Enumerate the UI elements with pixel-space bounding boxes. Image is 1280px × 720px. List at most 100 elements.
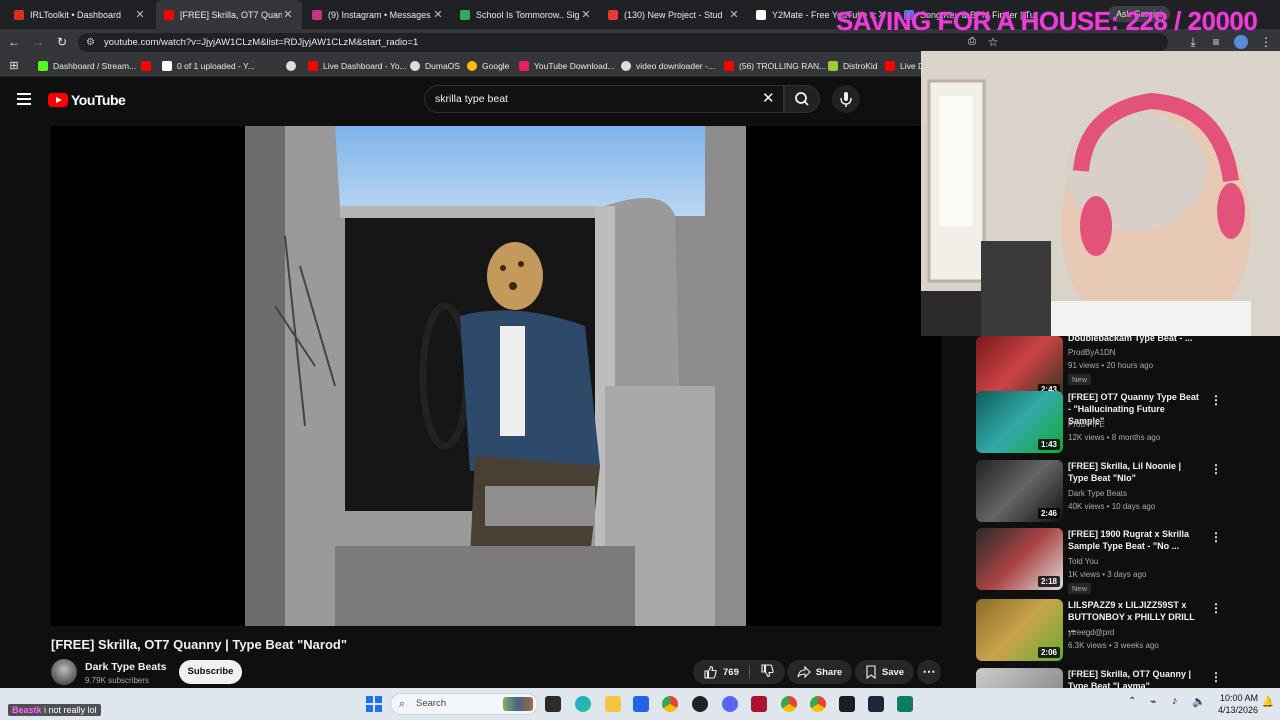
chat-text: i not really lol bbox=[44, 705, 97, 715]
instagram-icon bbox=[312, 9, 322, 20]
microphone-icon[interactable]: ♪ bbox=[1172, 695, 1178, 707]
tab-new-project[interactable]: (130) New Project - Stud ✕ bbox=[600, 0, 748, 29]
recommendation-item[interactable]: 2:46 [FREE] Skrilla, Lil Noonie | Type B… bbox=[948, 460, 1278, 522]
task-view-icon[interactable] bbox=[545, 696, 561, 712]
video-player[interactable] bbox=[51, 126, 941, 626]
notification-bell-icon[interactable]: 🔔 bbox=[1262, 697, 1274, 708]
tab-irltoolkit[interactable]: IRLToolkit • Dashboard ✕ bbox=[6, 0, 154, 29]
clear-search-icon[interactable]: ✕ bbox=[762, 91, 775, 106]
reload-icon[interactable]: ↻ bbox=[54, 34, 70, 50]
more-vertical-icon[interactable]: ⋮ bbox=[1210, 393, 1222, 407]
steam-icon[interactable] bbox=[868, 696, 884, 712]
kebab-menu-icon[interactable]: ⋮ bbox=[1258, 34, 1274, 50]
clock-date[interactable]: 4/13/2026 bbox=[1218, 705, 1258, 715]
more-vertical-icon[interactable]: ⋮ bbox=[1210, 530, 1222, 544]
video-thumbnail[interactable] bbox=[976, 668, 1063, 688]
bookmark-item[interactable]: 0 of 1 uploaded - Y... bbox=[162, 59, 255, 73]
chrome-icon[interactable] bbox=[662, 696, 678, 712]
apps-grid-icon[interactable]: ⊞ bbox=[6, 58, 22, 74]
more-actions-button[interactable]: ⋯ bbox=[917, 660, 941, 684]
discord-icon[interactable] bbox=[722, 696, 738, 712]
close-icon[interactable]: ✕ bbox=[432, 8, 444, 21]
chevron-up-icon[interactable]: ⌃ bbox=[1128, 696, 1136, 707]
bookmark-label: Google bbox=[482, 61, 510, 71]
dislike-button[interactable] bbox=[760, 663, 774, 681]
voice-search-button[interactable] bbox=[832, 85, 860, 113]
recommendation-channel[interactable]: Dark Type Beats bbox=[1068, 489, 1127, 498]
bookmark-item[interactable] bbox=[286, 59, 301, 73]
youtube-icon bbox=[141, 61, 151, 71]
share-button[interactable]: Share bbox=[787, 660, 852, 684]
capcut-icon[interactable] bbox=[839, 696, 855, 712]
video-thumbnail[interactable]: 2:06 bbox=[976, 599, 1063, 661]
tab-school[interactable]: School Is Tommorow.. Sigh ✕ bbox=[452, 0, 600, 29]
chrome-icon[interactable] bbox=[781, 696, 797, 712]
adobe-icon[interactable] bbox=[751, 696, 767, 712]
recommendation-channel[interactable]: ytreegd@prd bbox=[1068, 628, 1114, 637]
recommendation-item[interactable]: [FREE] Skrilla, OT7 Quanny | Type Beat "… bbox=[948, 668, 1278, 688]
search-button[interactable] bbox=[784, 85, 820, 113]
video-thumbnail[interactable]: 2:46 bbox=[976, 460, 1063, 522]
profile-avatar[interactable] bbox=[1234, 35, 1248, 49]
bookmark-item[interactable]: (56) TROLLING RAN... bbox=[724, 59, 826, 73]
close-icon[interactable]: ✕ bbox=[728, 8, 740, 21]
back-arrow-icon[interactable]: ← bbox=[6, 34, 22, 50]
chrome-icon[interactable] bbox=[810, 696, 826, 712]
store-icon[interactable] bbox=[633, 696, 649, 712]
forward-arrow-icon[interactable]: → bbox=[30, 34, 46, 50]
video-thumbnail[interactable]: 2:43 bbox=[976, 336, 1063, 398]
bookmark-item[interactable]: Google bbox=[467, 59, 509, 73]
recommendation-title[interactable]: [FREE] Skrilla, OT7 Quanny | Type Beat "… bbox=[1068, 668, 1203, 688]
subscribe-button[interactable]: Subscribe bbox=[179, 660, 242, 684]
hamburger-menu-icon[interactable] bbox=[17, 93, 31, 105]
close-icon[interactable]: ✕ bbox=[282, 8, 294, 21]
bookmark-item[interactable]: DistroKid bbox=[828, 59, 877, 73]
search-input[interactable]: skrilla type beat bbox=[424, 85, 784, 113]
recommendation-title[interactable]: [FREE] 1900 Rugrat x Skrilla Sample Type… bbox=[1068, 528, 1203, 552]
tab-instagram[interactable]: (9) Instagram • Messages ✕ bbox=[304, 0, 452, 29]
video-thumbnail[interactable]: 2:18 bbox=[976, 528, 1063, 590]
more-vertical-icon[interactable]: ⋮ bbox=[1210, 670, 1222, 684]
obs-icon[interactable] bbox=[692, 696, 708, 712]
windows-start-icon[interactable] bbox=[366, 696, 382, 712]
recommendation-channel[interactable]: Prod-FIFE bbox=[1068, 420, 1105, 429]
recommendation-item[interactable]: 2:18 [FREE] 1900 Rugrat x Skrilla Sample… bbox=[948, 528, 1278, 594]
recommendation-title[interactable]: [FREE] Skrilla, Lil Noonie | Type Beat "… bbox=[1068, 460, 1203, 484]
tab-youtube-active[interactable]: [FREE] Skrilla, OT7 Quan ✕ bbox=[156, 0, 302, 29]
clock-time[interactable]: 10:00 AM bbox=[1220, 693, 1258, 703]
network-icon[interactable]: ⌁ bbox=[1150, 695, 1157, 708]
bookmark-item[interactable] bbox=[141, 59, 156, 73]
youtube-icon bbox=[885, 61, 895, 71]
channel-avatar[interactable] bbox=[51, 659, 77, 685]
file-explorer-icon[interactable] bbox=[605, 696, 621, 712]
youtube-logo[interactable]: YouTube bbox=[48, 92, 126, 108]
more-vertical-icon[interactable]: ⋮ bbox=[1210, 462, 1222, 476]
bookmark-item[interactable]: Live D bbox=[885, 59, 924, 73]
close-icon[interactable]: ✕ bbox=[580, 8, 592, 21]
recommendation-channel[interactable]: Told You bbox=[1068, 557, 1098, 566]
taskbar-search[interactable]: ⌕ Search bbox=[390, 693, 538, 715]
recommendation-item[interactable]: 2:43 Doublebackam Type Beat - ... ProdBy… bbox=[948, 333, 1278, 398]
save-button[interactable]: Save bbox=[855, 660, 914, 684]
google-icon bbox=[467, 61, 477, 71]
bookmark-item[interactable]: YouTube Download... bbox=[519, 59, 615, 73]
recommendation-item[interactable]: 2:06 LILSPAZZ9 x LILJIZZ59ST x BUTTONBOY… bbox=[948, 599, 1278, 661]
like-button[interactable]: 769 bbox=[703, 665, 739, 679]
bookmark-item[interactable]: Dashboard / Stream... bbox=[38, 59, 136, 73]
close-icon[interactable]: ✕ bbox=[134, 8, 146, 21]
more-vertical-icon[interactable]: ⋮ bbox=[1210, 601, 1222, 615]
app-icon[interactable] bbox=[897, 696, 913, 712]
bookmark-item[interactable]: Live Dashboard - Yo... bbox=[308, 59, 407, 73]
volume-icon[interactable]: 🔈 bbox=[1192, 695, 1206, 708]
recommendation-channel[interactable]: ProdByA1DN bbox=[1068, 348, 1116, 357]
channel-name[interactable]: Dark Type Beats bbox=[85, 661, 167, 673]
duration-badge: 1:43 bbox=[1037, 439, 1060, 450]
recommendation-item[interactable]: 1:43 [FREE] OT7 Quanny Type Beat - "Hall… bbox=[948, 391, 1278, 453]
site-info-icon[interactable]: ⚙ bbox=[86, 33, 95, 52]
recommendation-meta: 6.3K views • 3 weeks ago bbox=[1068, 641, 1159, 650]
bookmark-item[interactable]: video downloader -... bbox=[621, 59, 715, 73]
video-thumbnail[interactable]: 1:43 bbox=[976, 391, 1063, 453]
microphone-icon bbox=[840, 92, 852, 107]
edge-icon[interactable] bbox=[575, 696, 591, 712]
bookmark-item[interactable]: DumaOS bbox=[410, 59, 460, 73]
